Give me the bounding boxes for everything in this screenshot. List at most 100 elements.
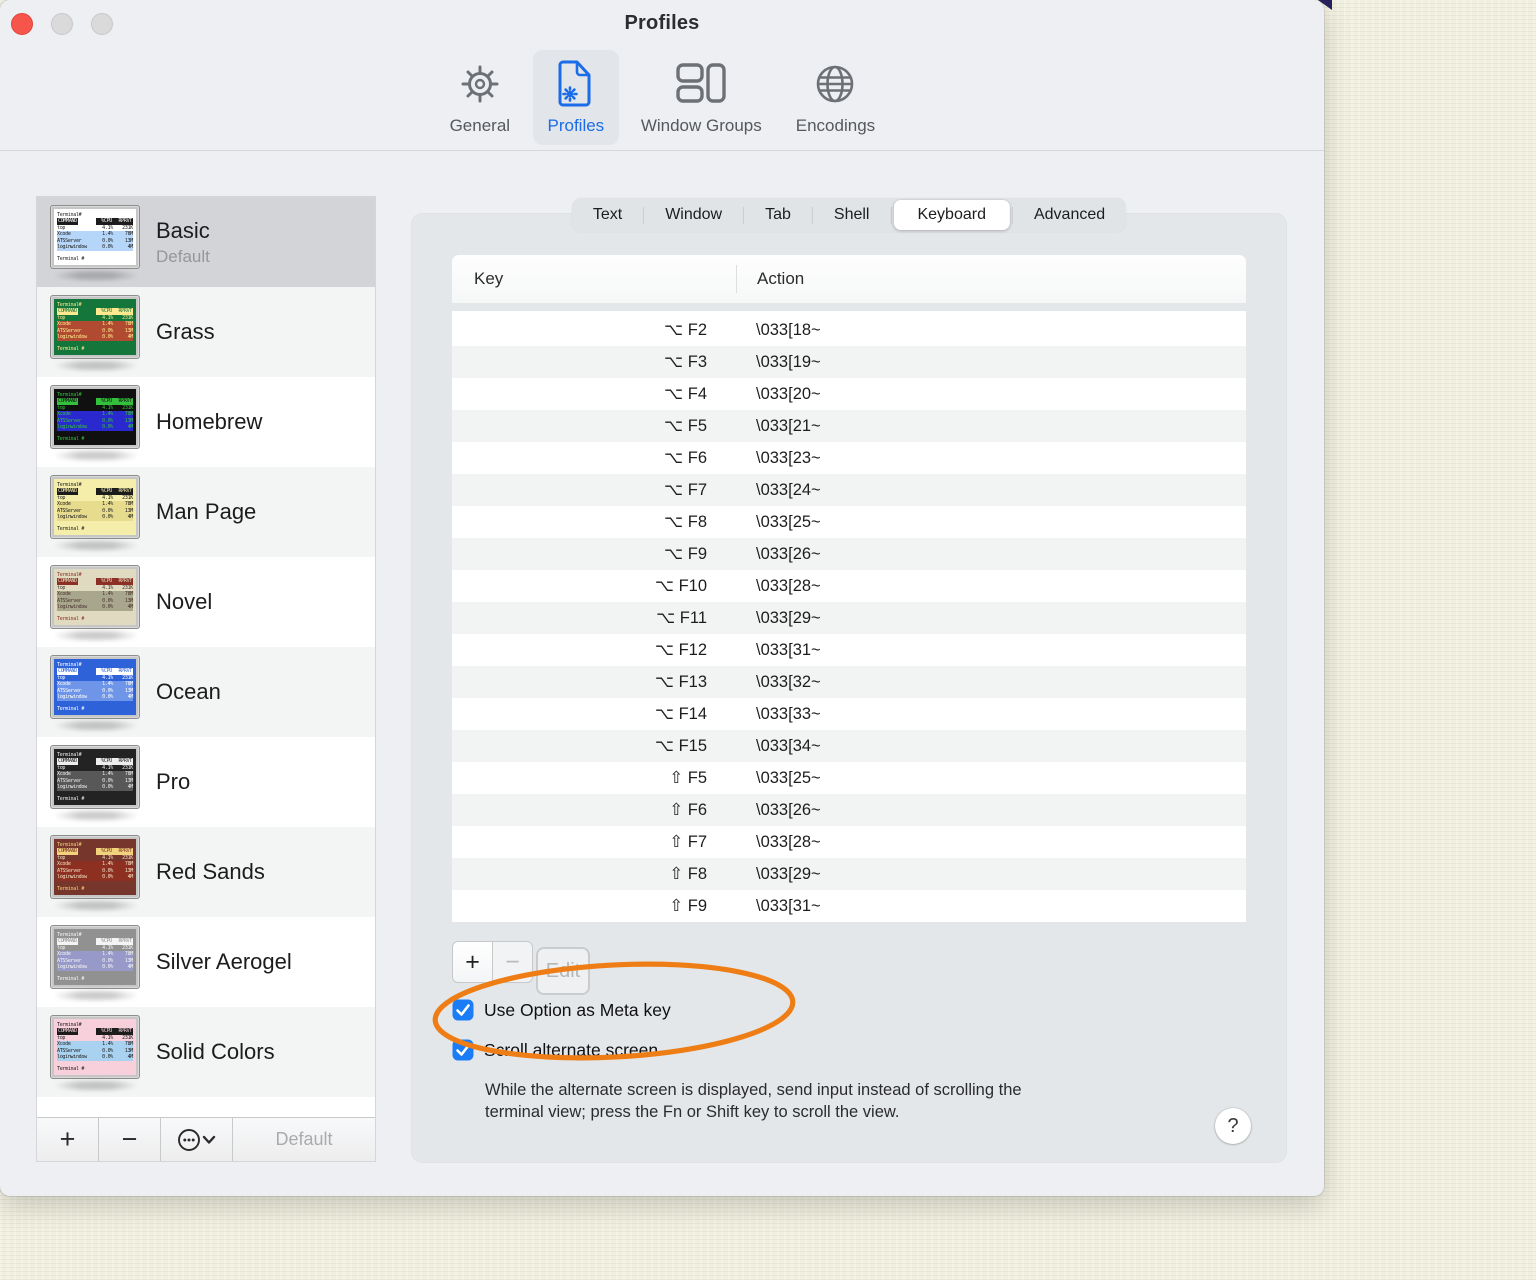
use-option-as-meta-checkbox[interactable] (452, 999, 474, 1021)
help-button[interactable]: ? (1215, 1108, 1251, 1144)
use-option-as-meta-row: Use Option as Meta key (452, 997, 671, 1023)
profile-name: Novel (156, 589, 213, 614)
add-profile-button[interactable]: + (37, 1118, 99, 1161)
toolbar-item-encodings[interactable]: Encodings (784, 50, 887, 145)
tab-window[interactable]: Window (644, 198, 743, 232)
profile-thumbnail: Terminal# COMMAND %CPU RPRVT top 4.1% 231K Xcod… (50, 654, 142, 730)
thumbnail-reflection (55, 900, 137, 910)
profile-label: Grass (156, 319, 215, 345)
key-mapping-row[interactable]: ⇧ F5 \033[25~ (452, 762, 1246, 794)
add-key-button[interactable]: + (452, 941, 493, 983)
profile-thumbnail: Terminal# COMMAND %CPU RPRVT top 4.1% 231K Xcod… (50, 564, 142, 640)
column-divider (736, 265, 737, 293)
toolbar-item-window-groups[interactable]: Window Groups (629, 50, 774, 145)
key-mapping-row[interactable]: ⇧ F6 \033[26~ (452, 794, 1246, 826)
profile-row-solid-colors[interactable]: Terminal# COMMAND %CPU RPRVT top 4.1% 231K Xcod… (37, 1007, 375, 1097)
profile-name: Red Sands (156, 859, 265, 884)
profile-thumbnail: Terminal# COMMAND %CPU RPRVT top 4.1% 231K Xcod… (50, 834, 142, 910)
tab-shell[interactable]: Shell (813, 198, 891, 232)
profile-row-grass[interactable]: Terminal# COMMAND %CPU RPRVT top 4.1% 231K Xcod… (37, 287, 375, 377)
mini-terminal-preview: Terminal# COMMAND %CPU RPRVT top 4.1% 231K Xcod… (54, 208, 136, 265)
profile-row-basic[interactable]: Terminal# COMMAND %CPU RPRVT top 4.1% 231K Xcod… (37, 197, 375, 287)
thumbnail-reflection (55, 720, 137, 730)
key-mapping-row[interactable]: ⌥ F11 \033[29~ (452, 602, 1246, 634)
key-mapping-row[interactable]: ⌥ F9 \033[26~ (452, 538, 1246, 570)
profile-row-homebrew[interactable]: Terminal# COMMAND %CPU RPRVT top 4.1% 231K Xcod… (37, 377, 375, 467)
set-default-button[interactable]: Default (233, 1118, 375, 1161)
profile-name: Ocean (156, 679, 221, 704)
profile-label: Pro (156, 769, 190, 795)
key-mapping-row[interactable]: ⌥ F6 \033[23~ (452, 442, 1246, 474)
key-mapping-row[interactable]: ⌥ F4 \033[20~ (452, 378, 1246, 410)
key-mapping-row[interactable]: ⇧ F7 \033[28~ (452, 826, 1246, 858)
toolbar-label-profiles: Profiles (547, 116, 605, 135)
profile-row-ocean[interactable]: Terminal# COMMAND %CPU RPRVT top 4.1% 231K Xcod… (37, 647, 375, 737)
tab-tab[interactable]: Tab (744, 198, 812, 232)
profile-thumbnail: Terminal# COMMAND %CPU RPRVT top 4.1% 231K Xcod… (50, 474, 142, 550)
scroll-alternate-screen-label[interactable]: Scroll alternate screen (484, 1040, 658, 1061)
key-mapping-row[interactable]: ⌥ F2 \033[18~ (452, 314, 1246, 346)
key-mapping-row[interactable]: ⌥ F12 \033[31~ (452, 634, 1246, 666)
profile-label: Solid Colors (156, 1039, 275, 1065)
key-mapping-row[interactable]: ⌥ F8 \033[25~ (452, 506, 1246, 538)
mini-terminal-preview: Terminal# COMMAND %CPU RPRVT top 4.1% 231K Xcod… (54, 838, 136, 895)
thumbnail-reflection (55, 540, 137, 550)
globe-icon (812, 58, 858, 110)
mini-terminal-preview: Terminal# COMMAND %CPU RPRVT top 4.1% 231K Xcod… (54, 388, 136, 445)
minimize-button[interactable] (51, 13, 73, 35)
profile-row-red-sands[interactable]: Terminal# COMMAND %CPU RPRVT top 4.1% 231K Xcod… (37, 827, 375, 917)
column-header-action[interactable]: Action (757, 269, 804, 289)
mini-terminal-preview: Terminal# COMMAND %CPU RPRVT top 4.1% 231K Xcod… (54, 928, 136, 985)
key-mapping-row[interactable]: ⌥ F14 \033[33~ (452, 698, 1246, 730)
key-mapping-row[interactable]: ⌥ F15 \033[34~ (452, 730, 1246, 762)
desktop: { "window": { "title": "Profiles" }, "to… (0, 0, 1536, 1280)
profile-row-pro[interactable]: Terminal# COMMAND %CPU RPRVT top 4.1% 231K Xcod… (37, 737, 375, 827)
key-mapping-row[interactable]: ⌥ F5 \033[21~ (452, 410, 1246, 442)
profile-name: Grass (156, 319, 215, 344)
mini-terminal-preview: Terminal# COMMAND %CPU RPRVT top 4.1% 231K Xcod… (54, 748, 136, 805)
profile-label: Basic Default (156, 218, 210, 267)
key-mapping-row[interactable]: ⇧ F8 \033[29~ (452, 858, 1246, 890)
key-mapping-row[interactable]: ⇧ F9 \033[31~ (452, 890, 1246, 922)
toolbar-label-general: General (449, 116, 511, 135)
profile-name: Homebrew (156, 409, 263, 434)
preferences-toolbar: General Profiles Window Groups Encodings (0, 44, 1324, 150)
key-mapping-row[interactable]: ⌥ F10 \033[28~ (452, 570, 1246, 602)
toolbar-item-profiles[interactable]: Profiles (532, 50, 619, 145)
close-button[interactable] (11, 13, 33, 35)
thumbnail-reflection (55, 360, 137, 370)
toolbar-label-window-groups: Window Groups (640, 116, 762, 135)
use-option-as-meta-label[interactable]: Use Option as Meta key (484, 1000, 671, 1021)
profile-doc-icon (556, 58, 596, 110)
thumbnail-reflection (55, 450, 137, 460)
tab-text[interactable]: Text (572, 198, 643, 232)
thumbnail-reflection (55, 270, 137, 280)
profile-row-novel[interactable]: Terminal# COMMAND %CPU RPRVT top 4.1% 231K Xcod… (37, 557, 375, 647)
zoom-button[interactable] (91, 13, 113, 35)
profile-thumbnail: Terminal# COMMAND %CPU RPRVT top 4.1% 231K Xcod… (50, 294, 142, 370)
window-title: Profiles (624, 11, 700, 34)
scroll-alternate-screen-checkbox[interactable] (452, 1039, 474, 1061)
key-mapping-row[interactable]: ⌥ F7 \033[24~ (452, 474, 1246, 506)
remove-profile-button[interactable]: − (99, 1118, 161, 1161)
key-mapping-row[interactable]: ⌥ F3 \033[19~ (452, 346, 1246, 378)
tab-advanced[interactable]: Advanced (1013, 198, 1126, 232)
mini-terminal-preview: Terminal# COMMAND %CPU RPRVT top 4.1% 231K Xcod… (54, 1018, 136, 1075)
profile-label: Silver Aerogel (156, 949, 292, 975)
key-mapping-row[interactable]: ⌥ F13 \033[32~ (452, 666, 1246, 698)
profile-row-man-page[interactable]: Terminal# COMMAND %CPU RPRVT top 4.1% 231K Xcod… (37, 467, 375, 557)
ellipsis-circle-icon (177, 1128, 215, 1151)
profile-actions-menu-button[interactable] (161, 1118, 233, 1161)
profile-label: Ocean (156, 679, 221, 705)
mini-terminal-preview: Terminal# COMMAND %CPU RPRVT top 4.1% 231K Xcod… (54, 568, 136, 625)
profile-label: Man Page (156, 499, 256, 525)
mini-terminal-preview: Terminal# COMMAND %CPU RPRVT top 4.1% 231K Xcod… (54, 478, 136, 535)
edit-key-button[interactable]: Edit (536, 947, 590, 995)
profile-row-silver-aerogel[interactable]: Terminal# COMMAND %CPU RPRVT top 4.1% 231K Xcod… (37, 917, 375, 1007)
toolbar-item-general[interactable]: General (437, 50, 523, 145)
remove-key-button[interactable]: − (492, 941, 533, 983)
profile-thumbnail: Terminal# COMMAND %CPU RPRVT top 4.1% 231K Xcod… (50, 1014, 142, 1090)
tab-keyboard[interactable]: Keyboard (893, 200, 1010, 230)
column-header-key[interactable]: Key (452, 269, 503, 289)
tab-bar: Text Window Tab Shell Keyboard Advanced (571, 198, 1127, 232)
